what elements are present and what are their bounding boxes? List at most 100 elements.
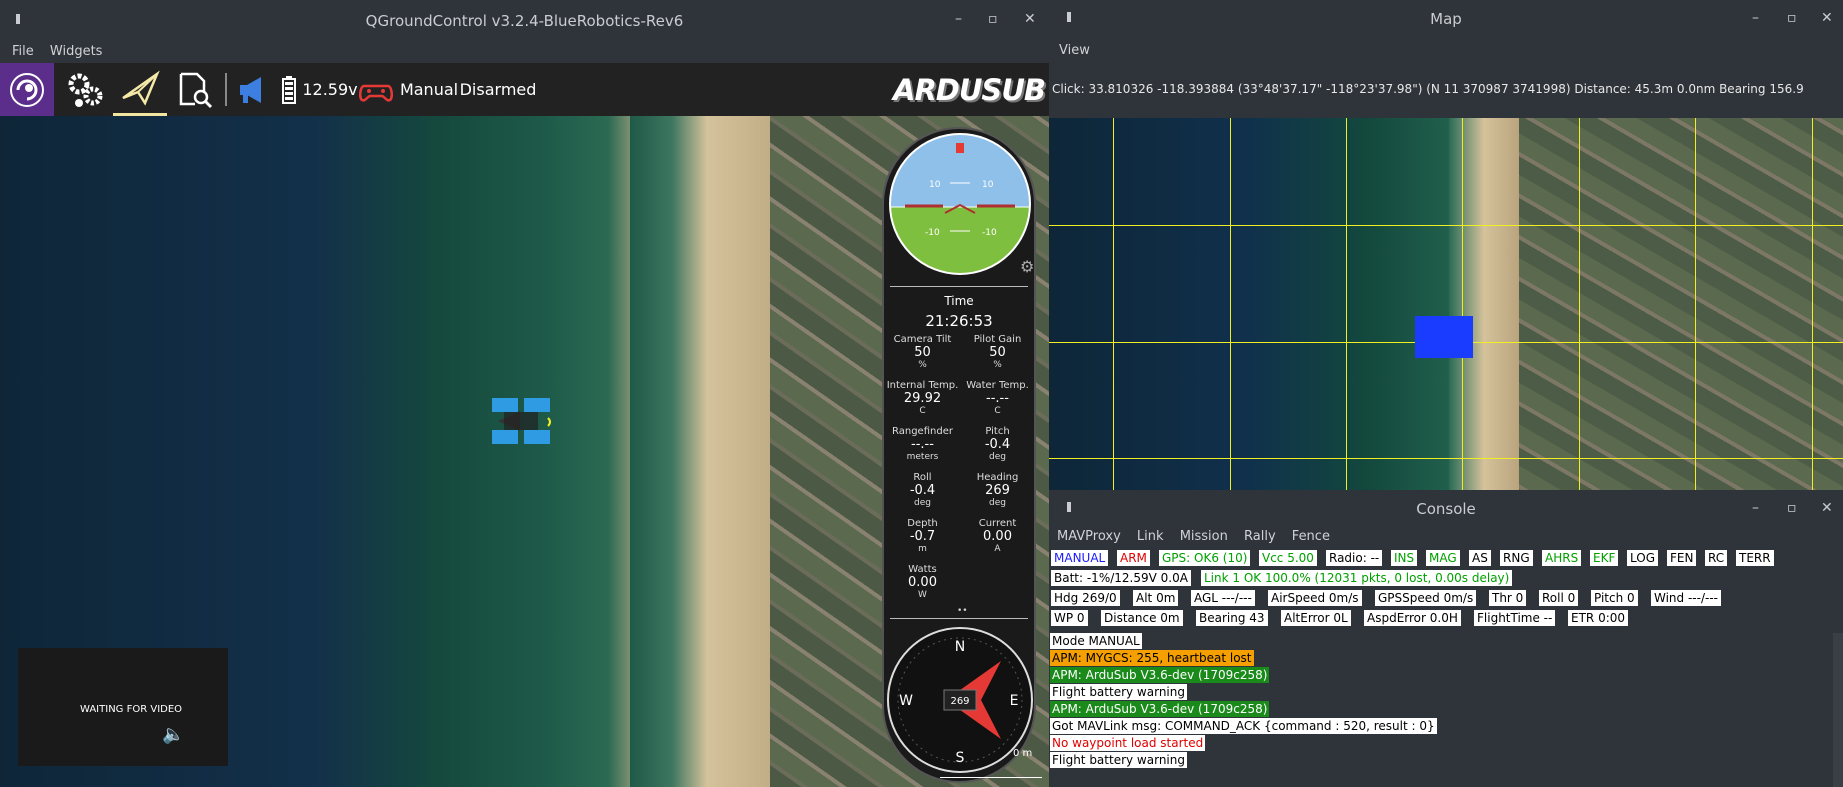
map-click-info: Click: 33.810326 -118.393884 (33°48'37.1… xyxy=(1052,82,1804,96)
map-titlebar[interactable]: Map – ▫ ✕ xyxy=(1049,0,1843,36)
analyze-button[interactable] xyxy=(172,63,216,116)
maximize-icon[interactable]: ▫ xyxy=(1787,500,1797,516)
fly-view-button[interactable] xyxy=(113,63,167,116)
value-unit: % xyxy=(918,360,927,370)
gear-icon[interactable]: ⚙ xyxy=(1020,257,1034,276)
value-cell: Water Temp. --.-- C xyxy=(959,380,1036,416)
beach-strip xyxy=(1449,118,1519,490)
menu-mission[interactable]: Mission xyxy=(1180,529,1228,544)
status-field: EKF xyxy=(1590,550,1619,566)
close-icon[interactable]: ✕ xyxy=(1821,10,1833,26)
qgc-menubar: File Widgets xyxy=(0,41,1049,63)
value-number: --.-- xyxy=(911,437,934,452)
value-number: 50 xyxy=(989,345,1006,360)
divider xyxy=(890,618,1028,619)
value-label: Depth xyxy=(907,518,938,529)
value-number: -0.4 xyxy=(909,483,936,498)
qgroundcontrol-window: QGroundControl v3.2.4-BlueRobotics-Rev6 … xyxy=(0,0,1049,787)
time-value: 21:26:53 xyxy=(925,312,993,330)
value-unit: C xyxy=(994,406,1001,416)
page-dots[interactable]: •• xyxy=(957,606,968,616)
value-label: Roll xyxy=(913,472,932,483)
close-icon[interactable]: ✕ xyxy=(1821,500,1833,516)
qgc-home-button[interactable] xyxy=(0,63,54,116)
console-window: Console – ▫ ✕ MAVProxy Link Mission Rall… xyxy=(1049,490,1843,787)
divider xyxy=(890,286,1028,287)
value-cell: Pitch -0.4 deg xyxy=(959,426,1036,462)
qgc-window-title: QGroundControl v3.2.4-BlueRobotics-Rev6 xyxy=(365,12,684,30)
arm-state[interactable]: Disarmed xyxy=(460,63,537,116)
value-label: Current xyxy=(978,518,1017,529)
battery-voltage: 12.59v xyxy=(302,80,358,99)
status-field: INS xyxy=(1391,550,1418,566)
status-field: FEN xyxy=(1667,550,1697,566)
value-label: Heading xyxy=(976,472,1019,483)
instrument-panel: 10 10 -10 -10 ⚙ Time 21:26:53 •• 269 N S… xyxy=(882,127,1036,783)
video-panel[interactable]: WAITING FOR VIDEO 🔈 xyxy=(18,648,228,766)
log-message: APM: ArduSub V3.6-dev (1709c258) xyxy=(1050,667,1270,683)
status-field: TERR xyxy=(1736,550,1774,566)
settings-button[interactable] xyxy=(60,63,110,116)
battery-icon[interactable] xyxy=(279,63,299,116)
minimize-icon[interactable]: – xyxy=(955,11,962,27)
maximize-icon[interactable]: ▫ xyxy=(988,11,998,27)
log-message: Mode MANUAL xyxy=(1050,633,1142,649)
status-field: FlightTime -- xyxy=(1474,610,1556,626)
menu-view[interactable]: View xyxy=(1059,43,1090,58)
value-label: Pilot Gain xyxy=(973,334,1022,345)
attitude-indicator: 10 10 -10 -10 xyxy=(889,133,1031,275)
value-cell: Roll -0.4 deg xyxy=(884,472,961,508)
flight-mode-selector[interactable]: Manual xyxy=(400,63,458,116)
vehicle-marker[interactable] xyxy=(1415,316,1473,358)
messages-button[interactable] xyxy=(235,63,271,116)
menu-rally[interactable]: Rally xyxy=(1244,529,1276,544)
status-field: Hdg 269/0 xyxy=(1051,590,1120,606)
menu-widgets[interactable]: Widgets xyxy=(50,44,103,59)
menu-mavproxy[interactable]: MAVProxy xyxy=(1057,529,1121,544)
maximize-icon[interactable]: ▫ xyxy=(1787,10,1797,26)
status-field: Vcc 5.00 xyxy=(1259,550,1317,566)
value-unit: deg xyxy=(989,452,1006,462)
qgc-titlebar[interactable]: QGroundControl v3.2.4-BlueRobotics-Rev6 … xyxy=(0,0,1049,42)
value-unit: meters xyxy=(906,452,939,462)
vehicle-icon[interactable] xyxy=(490,396,556,450)
speaker-icon[interactable]: 🔈 xyxy=(162,724,184,745)
pitch-mark-up-right: 10 xyxy=(982,180,994,190)
value-number: --.-- xyxy=(986,391,1009,406)
status-field: Pitch 0 xyxy=(1591,590,1638,606)
map-scale-label: 0 m xyxy=(1013,748,1033,759)
minimize-icon[interactable]: – xyxy=(1752,10,1759,26)
value-cell: Internal Temp. 29.92 C xyxy=(884,380,961,416)
document-search-icon xyxy=(179,72,213,108)
log-message: Flight battery warning xyxy=(1050,752,1187,768)
minimize-icon[interactable]: – xyxy=(1752,500,1759,516)
value-number: 29.92 xyxy=(903,391,942,406)
value-unit: W xyxy=(918,590,927,600)
menu-link[interactable]: Link xyxy=(1137,529,1164,544)
status-field: Batt: -1%/12.59V 0.0A xyxy=(1051,570,1191,586)
message-log[interactable]: Mode MANUAL APM: MYGCS: 255, heartbeat lo… xyxy=(1049,633,1843,787)
menu-fence[interactable]: Fence xyxy=(1292,529,1330,544)
map-scale-bar xyxy=(940,777,1042,778)
close-icon[interactable]: ✕ xyxy=(1024,11,1036,27)
map-window-title: Map xyxy=(1430,10,1462,28)
log-message: Got MAVLink msg: COMMAND_ACK {command : … xyxy=(1050,718,1437,734)
time-label: Time xyxy=(944,294,974,308)
status-field: AHRS xyxy=(1542,550,1582,566)
pitch-mark-down-left: -10 xyxy=(925,228,940,238)
value-label: Internal Temp. xyxy=(886,380,959,391)
value-cell: Depth -0.7 m xyxy=(884,518,961,554)
joystick-icon[interactable] xyxy=(358,63,394,116)
status-field: Bearing 43 xyxy=(1196,610,1268,626)
value-number: 50 xyxy=(914,345,931,360)
scrollbar[interactable] xyxy=(1833,633,1843,787)
compass: 269 N S E W xyxy=(887,627,1033,773)
value-number: -0.7 xyxy=(909,529,936,544)
menu-file[interactable]: File xyxy=(12,44,34,59)
compass-east: E xyxy=(1010,693,1019,709)
map-view[interactable] xyxy=(1049,118,1843,490)
compass-north: N xyxy=(955,639,965,655)
console-window-title: Console xyxy=(1416,500,1476,518)
console-titlebar[interactable]: Console – ▫ ✕ xyxy=(1049,490,1843,526)
ardusub-logo: ARDUSUB xyxy=(893,72,1046,107)
